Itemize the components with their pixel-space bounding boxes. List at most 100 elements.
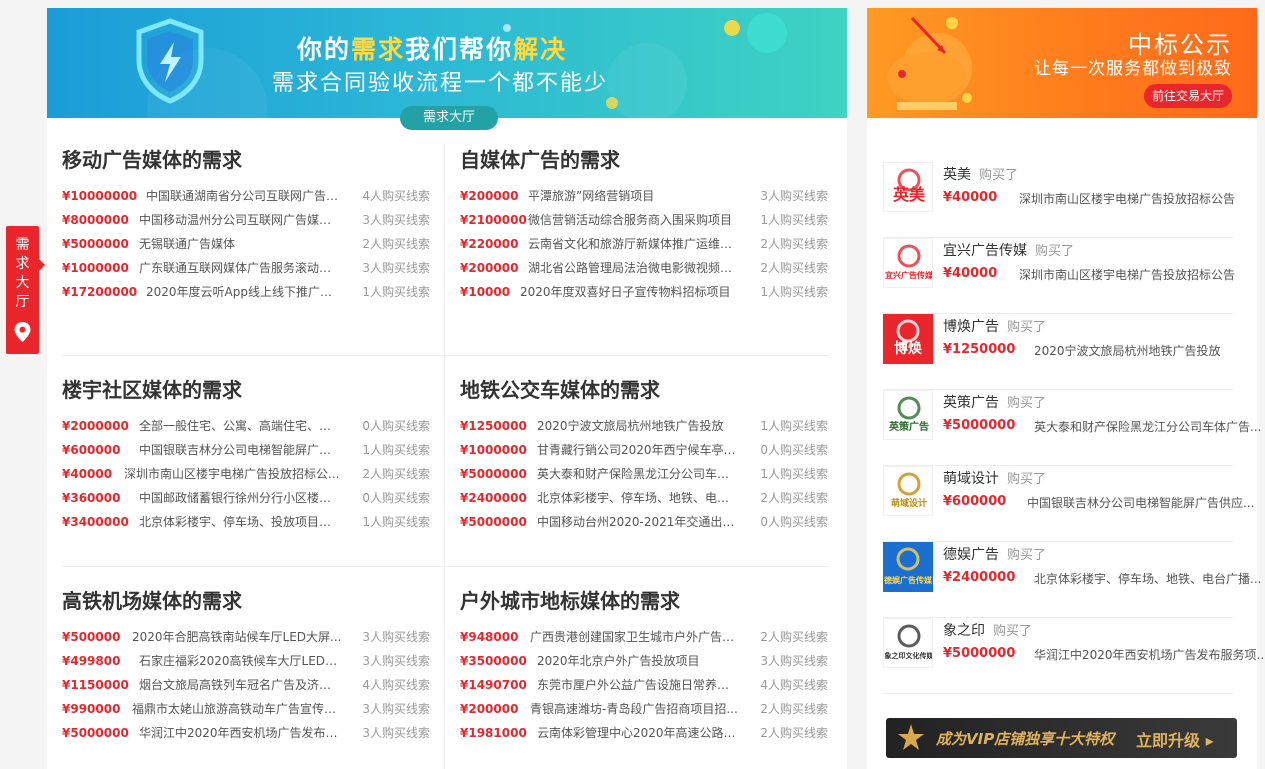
demand-row[interactable]: ¥200000 青银高速潍坊-青岛段广告招商项目招... 2人购买线索 bbox=[460, 697, 830, 721]
demand-row[interactable]: ¥40000 深圳市南山区楼宇电梯广告投放招标公... 2人购买线索 bbox=[62, 462, 432, 486]
company-name[interactable]: 德娱广告 购买了 bbox=[943, 544, 1046, 564]
demand-row[interactable]: ¥5000000 中国移动台州2020-2021年交通出行... 0人购买线索 bbox=[460, 510, 830, 534]
demand-row[interactable]: ¥1000000 广东联通互联网媒体广告服务滚动招... 3人购买线索 bbox=[62, 256, 432, 280]
upgrade-now-button[interactable]: 立即升级 ▸ bbox=[1136, 727, 1214, 751]
demand-title[interactable]: 2020宁波文旅局杭州地铁广告投放 bbox=[537, 414, 740, 438]
demand-row[interactable]: ¥5000000 华润江中2020年西安机场广告发布服... 3人购买线索 bbox=[62, 721, 432, 745]
demand-row[interactable]: ¥1000000 甘青藏行销公司2020年西宁候车亭广... 0人购买线索 bbox=[460, 438, 830, 462]
demand-row[interactable]: ¥2400000 北京体彩楼宇、停车场、地铁、电台... 2人购买线索 bbox=[460, 486, 830, 510]
demand-row[interactable]: ¥948000 广西贵港创建国家卫生城市户外广告宣... 2人购买线索 bbox=[460, 625, 830, 649]
demand-title[interactable]: 中国移动温州分公司互联网广告媒介... bbox=[139, 208, 342, 232]
demand-title[interactable]: 2020年度双喜好日子宣传物料招标项目 bbox=[520, 280, 740, 304]
demand-title[interactable]: 湖北省公路管理局法治微电影微视频宣... bbox=[528, 256, 740, 280]
demand-title[interactable]: 平潭旅游”网络营销项目 bbox=[528, 184, 740, 208]
column-divider bbox=[444, 144, 445, 769]
demand-title[interactable]: 中国联通湖南省分公司互联网广告宣... bbox=[146, 184, 342, 208]
winning-bid-item[interactable]: 英美 英美 购买了 ¥40000 深圳市南山区楼宇电梯广告投放招标公告 bbox=[883, 162, 1235, 238]
demand-title[interactable]: 2020年度云听App线上线下推广项目 bbox=[146, 280, 342, 304]
demand-row[interactable]: ¥1250000 2020宁波文旅局杭州地铁广告投放 1人购买线索 bbox=[460, 414, 830, 438]
demand-row[interactable]: ¥5000000 无锡联通广告媒体 2人购买线索 bbox=[62, 232, 432, 256]
company-name[interactable]: 象之印 购买了 bbox=[943, 620, 1032, 640]
winning-bid-item[interactable]: 象之印文化传媒 象之印 购买了 ¥5000000 华润江中2020年西安机场广告发布服务… bbox=[883, 618, 1265, 694]
demand-row[interactable]: ¥360000 中国邮政储蓄银行徐州分行小区楼宇广... 0人购买线索 bbox=[62, 486, 432, 510]
demand-price: ¥2000000 bbox=[62, 419, 129, 433]
company-name[interactable]: 萌域设计 购买了 bbox=[943, 468, 1046, 488]
demand-row[interactable]: ¥10000 2020年度双喜好日子宣传物料招标项目 1人购买线索 bbox=[460, 280, 830, 304]
demand-title[interactable]: 广西贵港创建国家卫生城市户外广告宣... bbox=[530, 625, 740, 649]
demand-title[interactable]: 石家庄福彩2020高铁候车大厅LED屏... bbox=[139, 649, 342, 673]
demand-row[interactable]: ¥17200000 2020年度云听App线上线下推广项目 1人购买线索 bbox=[62, 280, 432, 304]
demand-row[interactable]: ¥200000 平潭旅游”网络营销项目 3人购买线索 bbox=[460, 184, 830, 208]
winning-bid-item[interactable]: 英策广告 英策广告 购买了 ¥5000000 英大泰和财产保险黑龙江分公司车体广告... bbox=[883, 390, 1261, 466]
demand-title[interactable]: 广东联通互联网媒体广告服务滚动招... bbox=[139, 256, 342, 280]
demand-row[interactable]: ¥600000 中国银联吉林分公司电梯智能屏广告供... 1人购买线索 bbox=[62, 438, 432, 462]
demand-title[interactable]: 北京体彩楼宇、停车场、地铁、电台... bbox=[537, 486, 740, 510]
demand-row[interactable]: ¥499800 石家庄福彩2020高铁候车大厅LED屏... 3人购买线索 bbox=[62, 649, 432, 673]
demand-title[interactable]: 中国银联吉林分公司电梯智能屏广告供... bbox=[139, 438, 342, 462]
demand-row[interactable]: ¥1150000 烟台文旅局高铁列车冠名广告及济南... 4人购买线索 bbox=[62, 673, 432, 697]
demand-price: ¥5000000 bbox=[460, 515, 527, 529]
company-name[interactable]: 宜兴广告传媒 购买了 bbox=[943, 240, 1074, 260]
demand-title[interactable]: 2020年合肥高铁南站候车厅LED大屏... bbox=[132, 625, 342, 649]
lead-count: 2人购买线索 bbox=[760, 491, 828, 505]
demand-row[interactable]: ¥2000000 全部一般住宅、公寓、高端住宅、框... 0人购买线索 bbox=[62, 414, 432, 438]
lead-count: 0人购买线索 bbox=[362, 491, 430, 505]
demand-row[interactable]: ¥3500000 2020年北京户外广告投放项目 3人购买线索 bbox=[460, 649, 830, 673]
section-title[interactable]: 地铁公交车媒体的需求 bbox=[460, 374, 660, 403]
demand-title[interactable]: 深圳市南山区楼宇电梯广告投放招标公... bbox=[124, 462, 342, 486]
company-logo: 德娱广告传媒 bbox=[883, 542, 933, 592]
demand-title[interactable]: 全部一般住宅、公寓、高端住宅、框... bbox=[139, 414, 342, 438]
demand-title[interactable]: 烟台文旅局高铁列车冠名广告及济南... bbox=[139, 673, 342, 697]
lead-count: 4人购买线索 bbox=[760, 678, 828, 692]
demand-row[interactable]: ¥2100000 微信营销活动综合服务商入围采购项目 1人购买线索 bbox=[460, 208, 830, 232]
demand-title[interactable]: 北京体彩楼宇、停车场、投放项目招... bbox=[139, 510, 342, 534]
demand-title[interactable]: 中国邮政储蓄银行徐州分行小区楼宇广... bbox=[139, 486, 342, 510]
vip-upgrade-bar[interactable]: 成为VIP店铺独享十大特权 立即升级 ▸ bbox=[886, 718, 1237, 758]
winning-bid-item[interactable]: 萌域设计 萌域设计 购买了 ¥600000 中国银联吉林分公司电梯智能屏广告供应... bbox=[883, 466, 1254, 542]
demand-title[interactable]: 青银高速潍坊-青岛段广告招商项目招... bbox=[530, 697, 740, 721]
section-title[interactable]: 自媒体广告的需求 bbox=[460, 144, 620, 173]
demand-title[interactable]: 中国移动台州2020-2021年交通出行... bbox=[537, 510, 740, 534]
demand-title[interactable]: 2020年北京户外广告投放项目 bbox=[537, 649, 740, 673]
company-name[interactable]: 英策广告 购买了 bbox=[943, 392, 1046, 412]
section-title[interactable]: 移动广告媒体的需求 bbox=[62, 144, 242, 173]
winning-bid-item[interactable]: 博焕 博焕广告 购买了 ¥1250000 2020宁波文旅局杭州地铁广告投放 bbox=[883, 314, 1233, 390]
demand-row[interactable]: ¥200000 湖北省公路管理局法治微电影微视频宣... 2人购买线索 bbox=[460, 256, 830, 280]
demand-title[interactable]: 无锡联通广告媒体 bbox=[139, 232, 342, 256]
row-divider bbox=[62, 355, 829, 356]
section-title[interactable]: 户外城市地标媒体的需求 bbox=[460, 585, 680, 614]
demand-title[interactable]: 微信营销活动综合服务商入围采购项目 bbox=[528, 208, 740, 232]
company-name[interactable]: 英美 购买了 bbox=[943, 164, 1018, 184]
demand-price: ¥990000 bbox=[62, 702, 121, 716]
demand-hall-side-tab[interactable]: 需求大厅 bbox=[6, 226, 45, 354]
demand-title[interactable]: 甘青藏行销公司2020年西宁候车亭广... bbox=[537, 438, 740, 462]
banner-subline: 需求合同验收流程一个都不能少 bbox=[272, 71, 609, 96]
winning-project: 华润江中2020年西安机场广告发布服务项... bbox=[1034, 648, 1265, 662]
demand-row[interactable]: ¥1490700 东莞市厘户外公益广告设施日常养护... 4人购买线索 bbox=[460, 673, 830, 697]
winning-project: 中国银联吉林分公司电梯智能屏广告供应... bbox=[1027, 496, 1255, 510]
company-name[interactable]: 博焕广告 购买了 bbox=[943, 316, 1046, 336]
lead-count: 2人购买线索 bbox=[760, 261, 828, 275]
demand-title[interactable]: 云南省文化和旅游厅新媒体推广运维项... bbox=[528, 232, 740, 256]
demand-row[interactable]: ¥220000 云南省文化和旅游厅新媒体推广运维项... 2人购买线索 bbox=[460, 232, 830, 256]
section-title[interactable]: 楼宇社区媒体的需求 bbox=[62, 374, 242, 403]
demand-row[interactable]: ¥990000 福鼎市太姥山旅游高铁动车广告宣传项... 3人购买线索 bbox=[62, 697, 432, 721]
demand-row[interactable]: ¥1981000 云南体彩管理中心2020年高速公路户... 2人购买线索 bbox=[460, 721, 830, 745]
demand-title[interactable]: 云南体彩管理中心2020年高速公路户... bbox=[537, 721, 740, 745]
go-to-trading-hall-button[interactable]: 前往交易大厅 bbox=[1144, 84, 1232, 108]
section-title[interactable]: 高铁机场媒体的需求 bbox=[62, 585, 242, 614]
demand-title[interactable]: 东莞市厘户外公益广告设施日常养护... bbox=[537, 673, 740, 697]
demand-row[interactable]: ¥500000 2020年合肥高铁南站候车厅LED大屏... 3人购买线索 bbox=[62, 625, 432, 649]
demand-row[interactable]: ¥5000000 英大泰和财产保险黑龙江分公司车体... 1人购买线索 bbox=[460, 462, 830, 486]
winning-bid-item[interactable]: 德娱广告传媒 德娱广告 购买了 ¥2400000 北京体彩楼宇、停车场、地铁、电台广播.… bbox=[883, 542, 1261, 618]
demand-title[interactable]: 福鼎市太姥山旅游高铁动车广告宣传项... bbox=[132, 697, 342, 721]
lead-count: 3人购买线索 bbox=[362, 702, 430, 716]
lead-count: 1人购买线索 bbox=[760, 285, 828, 299]
demand-title[interactable]: 英大泰和财产保险黑龙江分公司车体... bbox=[537, 462, 740, 486]
demand-title[interactable]: 华润江中2020年西安机场广告发布服... bbox=[139, 721, 342, 745]
winning-bid-item[interactable]: 宜兴广告传媒 宜兴广告传媒 购买了 ¥40000 深圳市南山区楼宇电梯广告投放招标公告 bbox=[883, 238, 1235, 314]
demand-hall-button[interactable]: 需求大厅 bbox=[400, 106, 498, 130]
demand-row[interactable]: ¥3400000 北京体彩楼宇、停车场、投放项目招... 1人购买线索 bbox=[62, 510, 432, 534]
demand-row[interactable]: ¥10000000 中国联通湖南省分公司互联网广告宣... 4人购买线索 bbox=[62, 184, 432, 208]
demand-row[interactable]: ¥8000000 中国移动温州分公司互联网广告媒介... 3人购买线索 bbox=[62, 208, 432, 232]
